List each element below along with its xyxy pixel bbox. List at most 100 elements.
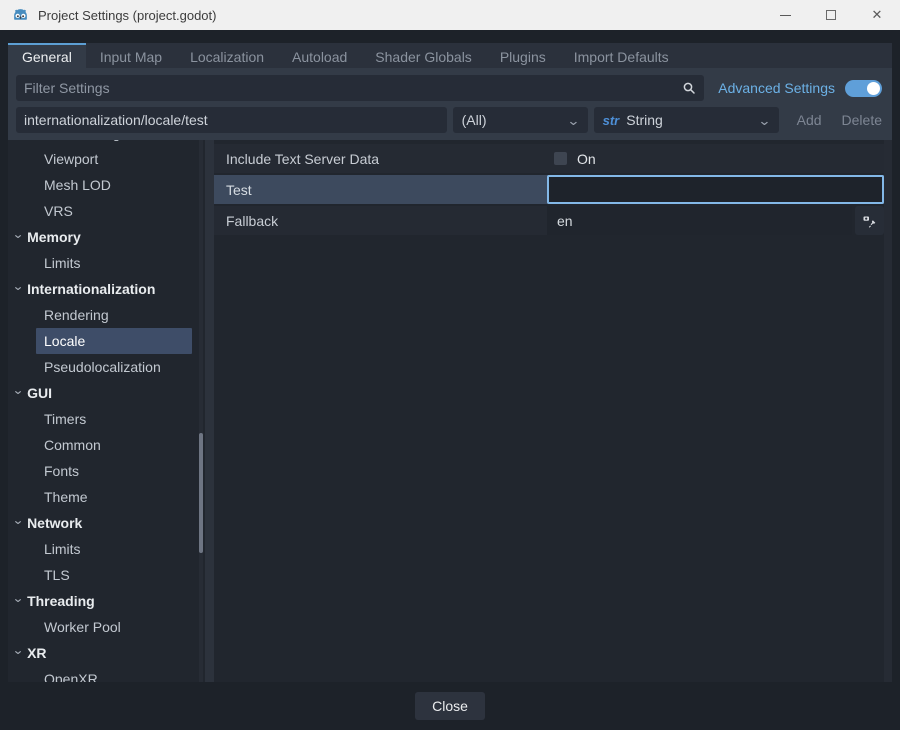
property-label: Include Text Server Data xyxy=(214,144,547,173)
tab-label: Localization xyxy=(190,49,264,65)
tree-item-pseudolocalization[interactable]: Pseudolocalization xyxy=(36,354,192,380)
tree-section-internationalization[interactable]: ⌄Internationalization xyxy=(8,276,205,302)
tree-item-rendering[interactable]: Rendering xyxy=(36,302,192,328)
tree-item-fonts[interactable]: Fonts xyxy=(36,458,192,484)
tree-section-threading[interactable]: ⌄Threading xyxy=(8,588,205,614)
filter-settings-searchbox[interactable] xyxy=(16,75,704,101)
tab-shader-globals[interactable]: Shader Globals xyxy=(361,43,486,68)
tree-item-label: Theme xyxy=(44,489,88,505)
tree-item-label: Common xyxy=(44,437,101,453)
close-button[interactable]: Close xyxy=(415,692,485,720)
tree-item-label: Locale xyxy=(44,333,85,349)
property-row-test: Test xyxy=(214,175,884,204)
chevron-down-icon: ⌄ xyxy=(12,513,24,527)
advanced-settings-label: Advanced Settings xyxy=(718,80,835,96)
tree-item-theme[interactable]: Theme xyxy=(36,484,192,510)
tab-autoload[interactable]: Autoload xyxy=(278,43,361,68)
tree-section-network[interactable]: ⌄Network xyxy=(8,510,205,536)
property-bar: (All) ⌄ str String ⌄ Add Delete xyxy=(16,107,884,133)
delete-button[interactable]: Delete xyxy=(842,112,882,128)
tree-item-label: Viewport xyxy=(44,151,98,167)
properties-scrollbar-track[interactable] xyxy=(884,140,892,682)
chevron-down-icon: ⌄ xyxy=(566,114,580,127)
tab-strip: General Input Map Localization Autoload Shad… xyxy=(8,43,892,68)
tree-item-label: Limits xyxy=(44,255,81,271)
window-controls: ✕ xyxy=(762,0,900,30)
pin-button[interactable] xyxy=(855,206,884,235)
dialog-footer: Close xyxy=(0,682,900,730)
tree-section-memory[interactable]: ⌄Memory xyxy=(8,224,205,250)
tab-localization[interactable]: Localization xyxy=(176,43,278,68)
godot-logo-icon xyxy=(12,7,29,24)
include-text-server-data-checkbox[interactable] xyxy=(554,152,567,165)
pin-icon xyxy=(862,213,877,228)
tab-plugins[interactable]: Plugins xyxy=(486,43,560,68)
fallback-value-field[interactable]: en xyxy=(547,206,852,235)
tree-item-label: Worker Pool xyxy=(44,619,121,635)
chevron-down-icon: ⌄ xyxy=(12,591,24,605)
close-window-button[interactable]: ✕ xyxy=(854,0,900,30)
tree-item-label: Mesh LOD xyxy=(44,177,111,193)
chevron-down-icon: ⌄ xyxy=(12,279,24,293)
tab-label: General xyxy=(22,49,72,65)
tab-label: Plugins xyxy=(500,49,546,65)
tab-label: Input Map xyxy=(100,49,162,65)
tree-item-label: Pseudolocalization xyxy=(44,359,161,375)
tree-item-label: GUI xyxy=(27,385,52,401)
test-value-input[interactable] xyxy=(547,175,884,204)
settings-tree: Anti AliasingViewportMesh LODVRS⌄MemoryL… xyxy=(8,140,205,682)
tree-item-limits[interactable]: Limits xyxy=(36,536,192,562)
search-icon xyxy=(682,81,696,95)
tree-item-openxr[interactable]: OpenXR xyxy=(36,666,192,682)
tree-item-label: Internationalization xyxy=(27,281,155,297)
tree-item-label: Limits xyxy=(44,541,81,557)
titlebar: Project Settings (project.godot) ✕ xyxy=(0,0,900,30)
filter-settings-input[interactable] xyxy=(16,80,682,96)
close-icon: ✕ xyxy=(872,7,883,23)
minimize-button[interactable] xyxy=(762,0,808,30)
chevron-down-icon: ⌄ xyxy=(12,643,24,657)
type-dropdown[interactable]: str String ⌄ xyxy=(594,107,779,133)
property-row-include-text-server-data: Include Text Server Data On xyxy=(214,144,884,173)
sidebar-scrollbar-thumb[interactable] xyxy=(199,433,203,553)
feature-filter-dropdown[interactable]: (All) ⌄ xyxy=(453,107,588,133)
tree-item-limits[interactable]: Limits xyxy=(36,250,192,276)
tree-item-vrs[interactable]: VRS xyxy=(36,198,192,224)
tree-item-label: Network xyxy=(27,515,82,531)
tree-section-gui[interactable]: ⌄GUI xyxy=(8,380,205,406)
settings-header: Advanced Settings (All) ⌄ str String ⌄ A… xyxy=(8,68,892,140)
minimize-icon xyxy=(780,15,791,16)
chevron-down-icon: ⌄ xyxy=(12,227,24,241)
panel-splitter[interactable] xyxy=(205,140,214,682)
advanced-settings-toggle[interactable] xyxy=(845,80,882,97)
tree-item-timers[interactable]: Timers xyxy=(36,406,192,432)
tree-item-label: VRS xyxy=(44,203,73,219)
add-button[interactable]: Add xyxy=(797,112,822,128)
sidebar-scrollbar-track[interactable] xyxy=(199,140,203,682)
tab-general[interactable]: General xyxy=(8,43,86,68)
maximize-button[interactable] xyxy=(808,0,854,30)
property-editor xyxy=(547,175,884,204)
property-row-fallback: Fallback en xyxy=(214,206,884,235)
property-label: Test xyxy=(214,175,547,204)
property-path-input[interactable] xyxy=(16,107,447,133)
window-title: Project Settings (project.godot) xyxy=(38,8,216,23)
tab-import-defaults[interactable]: Import Defaults xyxy=(560,43,683,68)
string-type-icon: str xyxy=(603,113,620,128)
tree-item-worker-pool[interactable]: Worker Pool xyxy=(36,614,192,640)
chevron-down-icon: ⌄ xyxy=(12,383,24,397)
tree-item-label: XR xyxy=(27,645,46,661)
tree-item-mesh-lod[interactable]: Mesh LOD xyxy=(36,172,192,198)
type-value: String xyxy=(626,112,663,128)
tree-item-common[interactable]: Common xyxy=(36,432,192,458)
settings-body: Anti AliasingViewportMesh LODVRS⌄MemoryL… xyxy=(8,140,892,682)
tree-item-locale[interactable]: Locale xyxy=(36,328,192,354)
tab-label: Autoload xyxy=(292,49,347,65)
tab-label: Shader Globals xyxy=(375,49,472,65)
tab-input-map[interactable]: Input Map xyxy=(86,43,176,68)
tree-item-tls[interactable]: TLS xyxy=(36,562,192,588)
toggle-knob xyxy=(867,82,880,95)
settings-sidebar: Anti AliasingViewportMesh LODVRS⌄MemoryL… xyxy=(8,140,205,682)
tree-item-viewport[interactable]: Viewport xyxy=(36,146,192,172)
tree-section-xr[interactable]: ⌄XR xyxy=(8,640,205,666)
